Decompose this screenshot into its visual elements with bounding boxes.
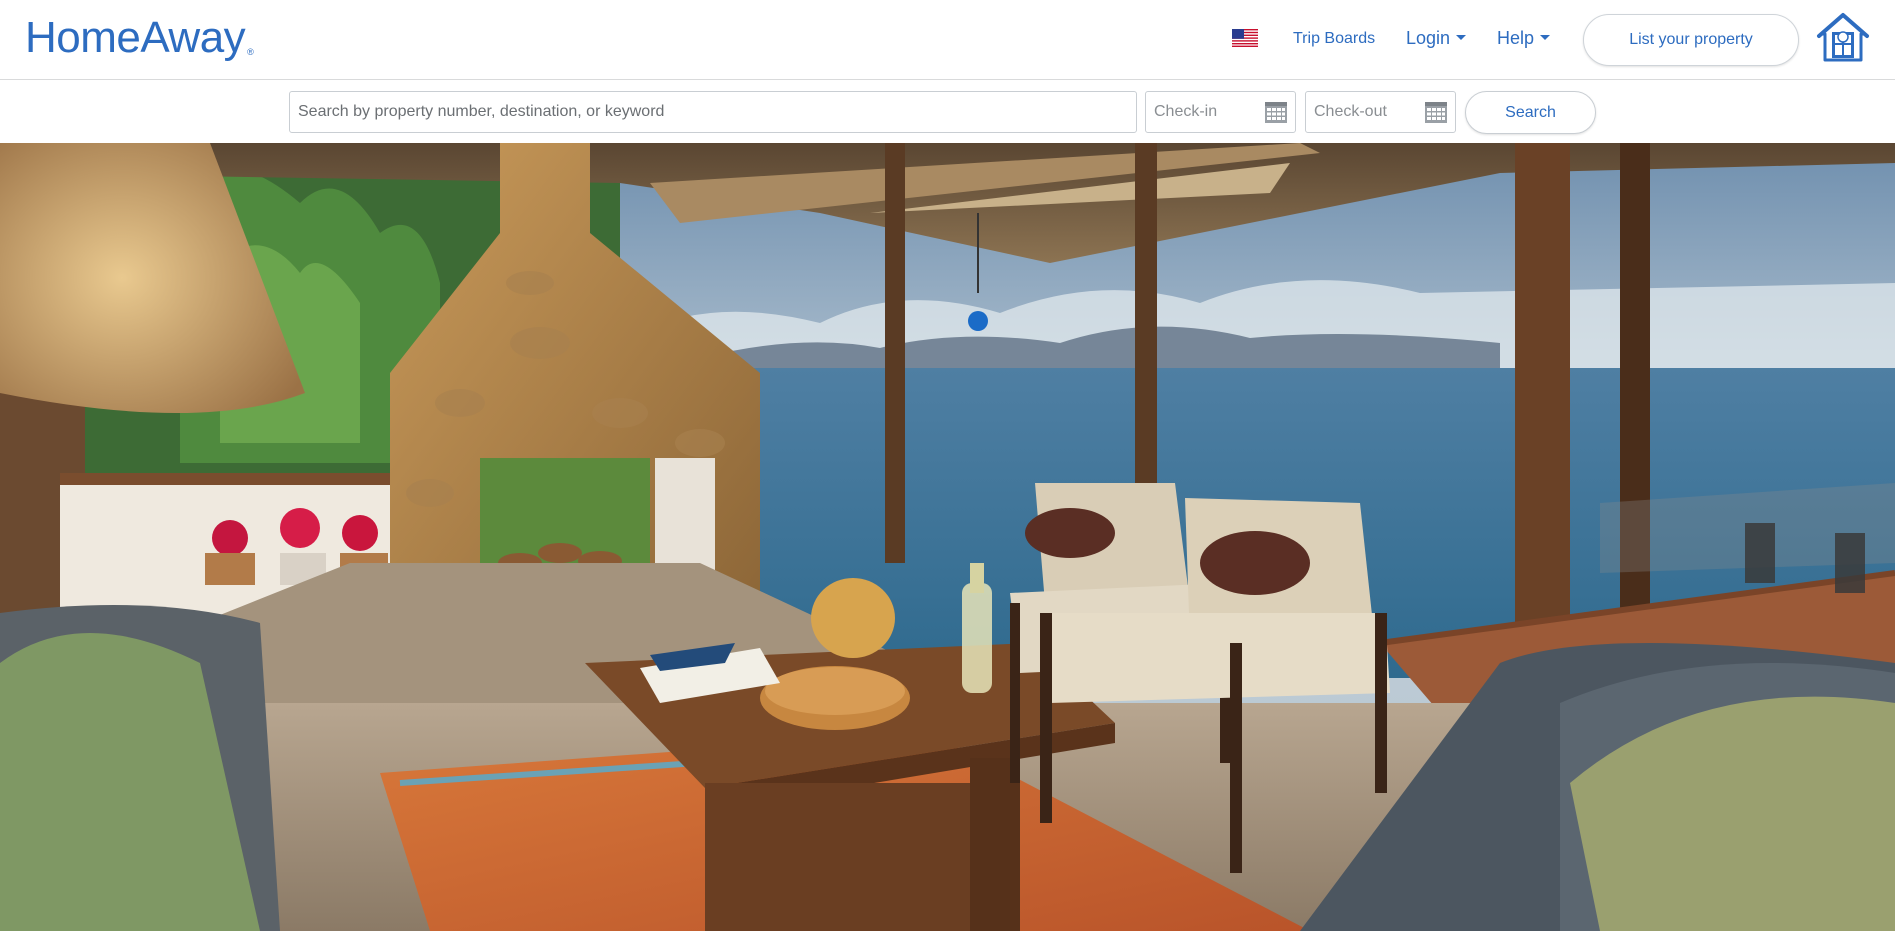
login-dropdown[interactable]: Login	[1406, 26, 1467, 50]
search-bar: Search	[0, 80, 1895, 142]
checkin-field[interactable]	[1145, 91, 1296, 133]
checkin-input[interactable]	[1146, 92, 1256, 132]
caret-down-icon	[1540, 34, 1551, 40]
page-bottom-strip	[0, 931, 1895, 944]
login-label: Login	[1406, 28, 1451, 48]
search-input[interactable]	[289, 91, 1137, 133]
registered-mark: ®	[247, 47, 254, 57]
checkout-field[interactable]	[1305, 91, 1456, 133]
list-your-property-button[interactable]: List your property	[1583, 14, 1799, 66]
hero-image	[0, 143, 1895, 931]
hero-living-room-illustration	[0, 143, 1895, 931]
calendar-icon[interactable]	[1425, 102, 1447, 123]
search-button[interactable]: Search	[1465, 91, 1596, 134]
site-header: HomeAway ® Trip Boards Login Help List yo…	[0, 0, 1895, 80]
help-dropdown[interactable]: Help	[1497, 26, 1551, 50]
calendar-icon[interactable]	[1265, 102, 1287, 123]
help-label: Help	[1497, 28, 1535, 48]
checkout-input[interactable]	[1306, 92, 1416, 132]
logo-text: HomeAway	[25, 13, 246, 62]
us-flag-icon[interactable]	[1232, 29, 1258, 47]
homeaway-house-icon[interactable]	[1815, 12, 1871, 64]
homeaway-logo[interactable]: HomeAway ®	[25, 12, 254, 64]
trip-boards-link[interactable]: Trip Boards	[1293, 27, 1375, 51]
caret-down-icon	[1456, 34, 1467, 40]
